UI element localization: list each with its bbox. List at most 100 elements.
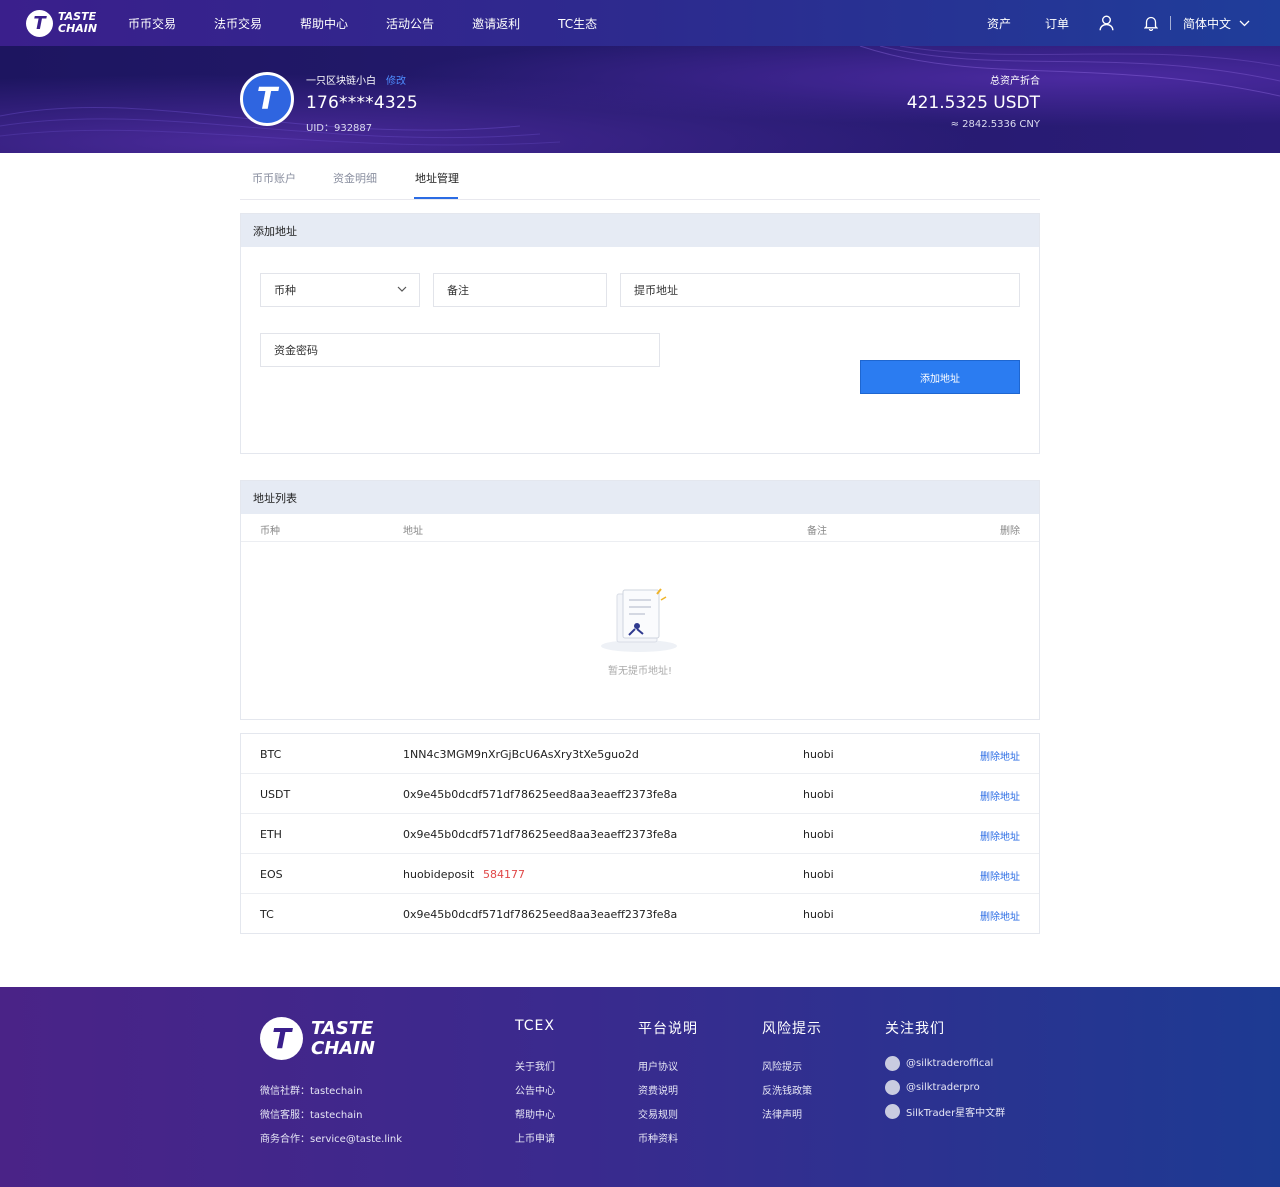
banner-wave-decoration: [0, 46, 1280, 146]
footer-link[interactable]: 风险提示: [762, 1058, 802, 1073]
footer-logo-line-1: TASTE: [311, 1017, 374, 1039]
total-assets-title: 总资产折合: [990, 76, 1040, 87]
nav-assets-link[interactable]: 资产: [987, 15, 1011, 32]
social-link[interactable]: SilkTrader星客中文群: [885, 1104, 1005, 1119]
footer-link[interactable]: 反洗钱政策: [762, 1082, 812, 1097]
user-nickname: 一只区块链小白: [306, 76, 376, 87]
memo-input-placeholder: 备注: [447, 284, 469, 297]
table-row: EOS huobideposit 584177 huobi 删除地址: [241, 854, 1039, 894]
logo-mark-icon: T: [26, 9, 53, 37]
footer-logo-text: TASTE CHAIN: [311, 1017, 375, 1059]
footer-link[interactable]: 帮助中心: [515, 1106, 555, 1121]
bell-icon[interactable]: [1143, 15, 1158, 31]
address-list-header: 币种 地址 备注 删除: [241, 514, 1039, 542]
address-list-panel: 地址列表 币种 地址 备注 删除 暂无提币地址!: [240, 480, 1040, 720]
social-link-label: @silktraderoffical: [906, 1058, 994, 1069]
total-assets: 总资产折合 421.5325 USDT ≈ 2842.5336 CNY: [907, 72, 1040, 130]
language-selector[interactable]: 简体中文: [1183, 15, 1250, 32]
withdraw-address-input[interactable]: 提币地址: [620, 273, 1020, 307]
row-coin: USDT: [260, 788, 291, 801]
address-rows: BTC 1NN4c3MGM9nXrGjBcU6AsXry3tXe5guo2d h…: [240, 733, 1040, 934]
delete-address-button[interactable]: 删除地址: [980, 788, 1020, 803]
row-memo: huobi: [803, 748, 834, 761]
footer-col-title: 平台说明: [638, 1021, 698, 1037]
total-assets-usdt: 421.5325 USDT: [906, 93, 1040, 113]
nav-item-help-center[interactable]: 帮助中心: [300, 15, 348, 32]
social-link-label: SilkTrader星客中文群: [906, 1108, 1006, 1119]
add-address-title: 添加地址: [241, 214, 1039, 247]
nav-item-spot-trading[interactable]: 币币交易: [128, 15, 176, 32]
footer: T TASTE CHAIN 微信社群：tastechain 微信客服：taste…: [0, 987, 1280, 1187]
social-link[interactable]: @silktraderpro: [885, 1080, 980, 1095]
chevron-down-icon: [1239, 20, 1250, 26]
table-row: BTC 1NN4c3MGM9nXrGjBcU6AsXry3tXe5guo2d h…: [241, 734, 1039, 774]
empty-state: 暂无提币地址!: [241, 542, 1039, 720]
footer-col-tcex: TCEX 关于我们 公告中心 帮助中心 上币申请: [515, 1018, 555, 1145]
brand-logo[interactable]: T TASTE CHAIN: [26, 9, 110, 37]
social-link[interactable]: @silktraderoffical: [885, 1056, 993, 1071]
tab-spot-account[interactable]: 币币账户: [252, 170, 296, 186]
footer-link[interactable]: 币种资料: [638, 1130, 678, 1145]
active-tab-indicator: [414, 197, 458, 199]
delete-address-button[interactable]: 删除地址: [980, 868, 1020, 883]
footer-link[interactable]: 关于我们: [515, 1058, 555, 1073]
footer-col-risk: 风险提示 风险提示 反洗钱政策 法律声明: [762, 1018, 822, 1121]
col-delete: 删除: [1000, 526, 1020, 537]
empty-clipboard-icon: [601, 588, 677, 652]
row-address-tag: 584177: [483, 868, 525, 881]
footer-link[interactable]: 交易规则: [638, 1106, 678, 1121]
nav-item-announcements[interactable]: 活动公告: [386, 15, 434, 32]
row-memo: huobi: [803, 908, 834, 921]
edit-nickname-link[interactable]: 修改: [386, 72, 406, 87]
nav-orders-link[interactable]: 订单: [1045, 15, 1069, 32]
nav-right-group: 资产 订单 简体中文: [963, 0, 1250, 46]
memo-input[interactable]: 备注: [433, 273, 607, 307]
footer-col-follow: 关注我们 @silktraderoffical @silktraderpro S…: [885, 1018, 1005, 1119]
footer-link[interactable]: 法律声明: [762, 1106, 802, 1121]
total-assets-cny: ≈ 2842.5336 CNY: [950, 119, 1040, 130]
address-list-title: 地址列表: [241, 481, 1039, 514]
footer-col-title: 风险提示: [762, 1021, 822, 1037]
footer-logo-line-2: CHAIN: [311, 1037, 375, 1059]
add-address-button[interactable]: 添加地址: [860, 360, 1020, 394]
footer-col-title: 关注我们: [885, 1021, 945, 1037]
delete-address-button[interactable]: 删除地址: [980, 828, 1020, 843]
nav-divider: [1169, 16, 1171, 30]
logo-line-2: CHAIN: [58, 22, 98, 35]
social-link-label: @silktraderpro: [906, 1082, 980, 1093]
user-uid: UID：932887: [306, 123, 373, 134]
footer-contact-business: 商务合作：service@taste.link: [260, 1134, 403, 1145]
avatar[interactable]: T: [240, 72, 294, 126]
fund-password-placeholder: 资金密码: [274, 344, 318, 357]
nav-item-tc-ecosystem[interactable]: TC生态: [558, 15, 597, 32]
footer-link[interactable]: 上币申请: [515, 1130, 555, 1145]
table-row: TC 0x9e45b0dcdf571df78625eed8aa3eaeff237…: [241, 894, 1039, 934]
main-nav: 币币交易 法币交易 帮助中心 活动公告 邀请返利 TC生态: [128, 15, 635, 32]
footer-link[interactable]: 公告中心: [515, 1082, 555, 1097]
fund-password-input[interactable]: 资金密码: [260, 333, 660, 367]
table-row: ETH 0x9e45b0dcdf571df78625eed8aa3eaeff23…: [241, 814, 1039, 854]
row-address: 0x9e45b0dcdf571df78625eed8aa3eaeff2373fe…: [403, 828, 678, 841]
delete-address-button[interactable]: 删除地址: [980, 748, 1020, 763]
footer-link[interactable]: 用户协议: [638, 1058, 678, 1073]
footer-logo[interactable]: T TASTE CHAIN: [260, 1017, 375, 1060]
footer-link[interactable]: 资费说明: [638, 1082, 678, 1097]
row-memo: huobi: [803, 788, 834, 801]
footer-contact-wechat-group: 微信社群：tastechain: [260, 1086, 363, 1097]
language-label: 简体中文: [1182, 16, 1231, 31]
delete-address-button[interactable]: 删除地址: [980, 908, 1020, 923]
user-info: 一只区块链小白 修改 176****4325 UID：932887: [306, 72, 418, 134]
nav-item-referral[interactable]: 邀请返利: [472, 15, 520, 32]
empty-state-text: 暂无提币地址!: [607, 666, 672, 677]
row-coin: BTC: [260, 748, 282, 761]
tab-address-management[interactable]: 地址管理: [415, 170, 459, 186]
footer-contact-wechat-service: 微信客服：tastechain: [260, 1110, 363, 1121]
account-banner: T 一只区块链小白 修改 176****4325 UID：932887 总资产折…: [0, 46, 1280, 153]
tab-fund-details[interactable]: 资金明细: [333, 170, 377, 186]
table-row: USDT 0x9e45b0dcdf571df78625eed8aa3eaeff2…: [241, 774, 1039, 814]
add-address-panel: 添加地址 币种 备注 提币地址 资金密码 添加地址: [240, 213, 1040, 454]
user-icon[interactable]: [1099, 15, 1114, 31]
col-memo: 备注: [807, 526, 827, 537]
coin-select[interactable]: 币种: [260, 273, 420, 307]
nav-item-otc-trading[interactable]: 法币交易: [214, 15, 262, 32]
